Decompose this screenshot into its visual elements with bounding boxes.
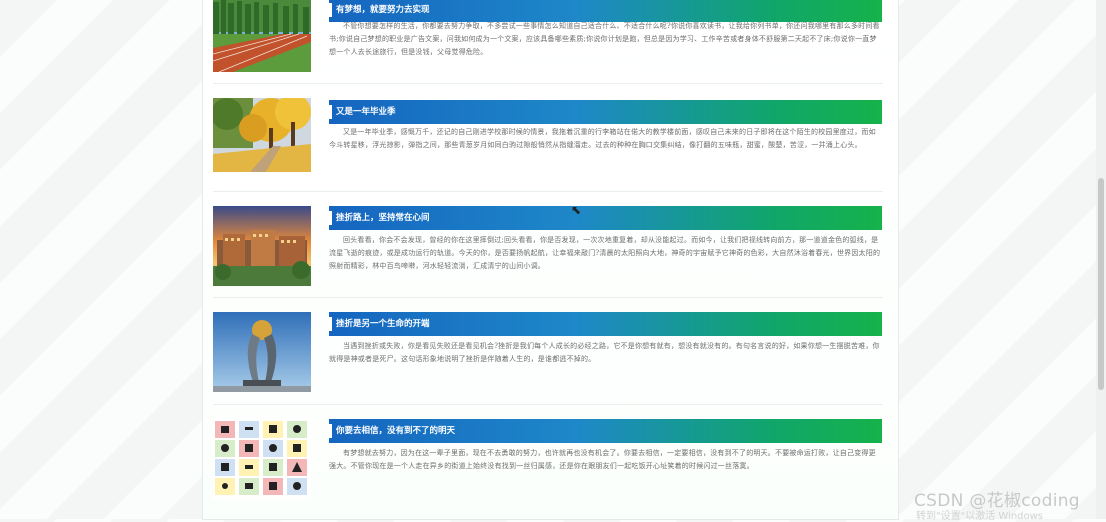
scrollbar-thumb[interactable]: [1098, 178, 1104, 390]
globe-sculpture-image[interactable]: [213, 312, 311, 392]
article-list: 有梦想，就要努力去实现 不管你想要怎样的生活，你都要去努力争取，不多尝试一些事情…: [203, 0, 898, 519]
article-title[interactable]: 有梦想，就要努力去实现: [329, 0, 882, 22]
article-text: 回头看看，你会不会发现，曾经的你在这里摔倒过;回头看看，你是否发现，一次次地重复…: [329, 236, 881, 271]
article-text: 有梦想就去努力，因为在这一辈子里面，现在不去勇敢的努力，也许就再也没有机会了。你…: [329, 449, 876, 471]
divider: [213, 83, 883, 84]
windows-activation-text: 转到"设置"以激活 Windows: [916, 511, 1044, 522]
divider: [213, 297, 883, 298]
article-title[interactable]: 你要去相信，没有到不了的明天: [329, 419, 882, 443]
running-track-image[interactable]: [213, 0, 311, 72]
sunset-building-image[interactable]: [213, 206, 311, 286]
article-text: 又是一年毕业季，感慨万千，还记的自己刚进学校那时候的情景，我拖着沉重的行李箱站在…: [329, 128, 876, 150]
article-title[interactable]: 挫折是另一个生命的开端: [329, 312, 882, 336]
divider: [213, 191, 883, 192]
article-title[interactable]: 又是一年毕业季: [329, 100, 882, 124]
autumn-campus-image[interactable]: [213, 98, 311, 172]
mouse-cursor-icon: ⬉: [571, 203, 582, 217]
page-scrollbar[interactable]: [1096, 0, 1106, 519]
divider: [213, 404, 883, 405]
icon-grid-image[interactable]: [213, 419, 311, 499]
article-text: 当遇到挫折或失败，你是看见失败还是看见机会?挫折是我们每个人成长的必经之路，它不…: [329, 342, 880, 364]
article-title[interactable]: 挫折路上，坚持常在心间: [329, 206, 882, 230]
article-text: 不管你想要怎样的生活，你都要去努力争取，不多尝试一些事情怎么知道自己适合什么、不…: [329, 22, 880, 57]
